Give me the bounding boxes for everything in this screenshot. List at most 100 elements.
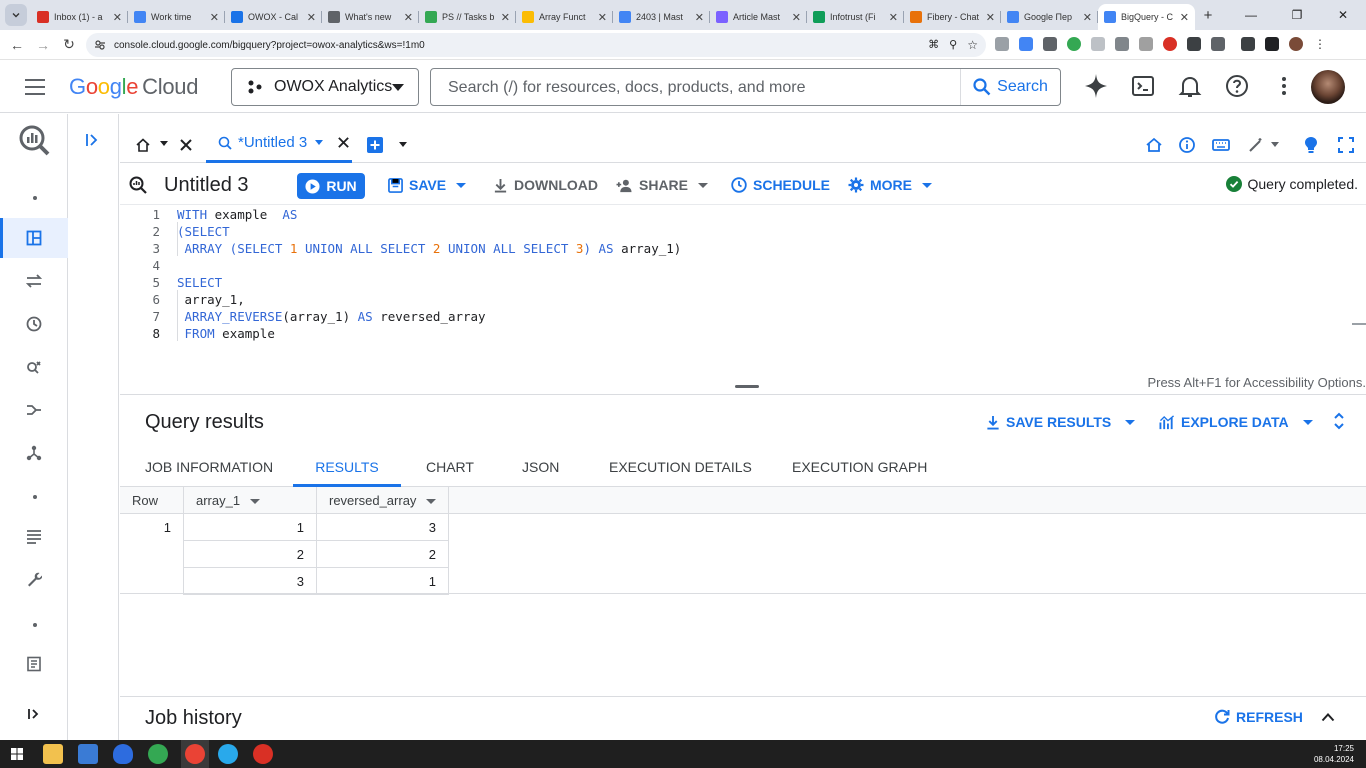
- reading-list-icon[interactable]: [1241, 37, 1255, 51]
- help-icon[interactable]: [1225, 73, 1249, 99]
- close-tab-icon[interactable]: ✕: [598, 11, 607, 24]
- close-tab-icon[interactable]: ✕: [501, 11, 510, 24]
- share-button[interactable]: SHARE: [615, 177, 709, 193]
- notifications-bell-icon[interactable]: [1178, 73, 1202, 99]
- new-query-caret-icon[interactable]: [399, 142, 407, 147]
- tab-search-button[interactable]: [5, 4, 27, 26]
- search-button[interactable]: Search: [960, 69, 1060, 105]
- zoom-icon[interactable]: ⚲: [949, 38, 957, 52]
- table-cell-row[interactable]: [120, 568, 184, 595]
- close-tab-icon[interactable]: ✕: [792, 11, 801, 24]
- security-shield-icon[interactable]: [113, 744, 133, 764]
- nav-monitoring[interactable]: [0, 516, 68, 556]
- results-tab-execution-details[interactable]: EXECUTION DETAILS: [609, 447, 752, 487]
- reload-icon[interactable]: ↻: [56, 32, 82, 58]
- profile-icon[interactable]: [1289, 37, 1303, 51]
- close-tab-icon[interactable]: ✕: [1083, 11, 1092, 24]
- table-cell-array-1[interactable]: 2: [184, 541, 317, 568]
- bookmark-star-icon[interactable]: ☆: [967, 38, 978, 52]
- download-button[interactable]: DOWNLOAD: [493, 177, 598, 193]
- chrome-profile-icon[interactable]: [148, 744, 168, 764]
- explore-data-button[interactable]: EXPLORE DATA: [1159, 414, 1313, 430]
- extension-icon[interactable]: [1115, 37, 1129, 51]
- code-line[interactable]: SELECT: [177, 274, 222, 291]
- wand-caret-icon[interactable]: [1271, 142, 1279, 147]
- nav-scheduled-queries[interactable]: [0, 304, 68, 344]
- cloud-shell-icon[interactable]: [1131, 73, 1155, 99]
- table-cell-array-1[interactable]: 3: [184, 568, 317, 595]
- run-button[interactable]: RUN: [297, 173, 365, 199]
- chevron-up-icon[interactable]: [1321, 712, 1335, 722]
- browser-tab[interactable]: 2403 | Mast ✕: [613, 4, 710, 30]
- side-panel-icon[interactable]: [1265, 37, 1279, 51]
- system-clock[interactable]: 17:25 08.04.2024: [1314, 743, 1354, 765]
- address-bar[interactable]: console.cloud.google.com/bigquery?projec…: [86, 33, 986, 57]
- browser-tab[interactable]: Work time ✕: [128, 4, 225, 30]
- browser-tab[interactable]: Google Пер ✕: [1001, 4, 1098, 30]
- store-icon[interactable]: [78, 744, 98, 764]
- extension-icon[interactable]: [1043, 37, 1057, 51]
- browser-tab[interactable]: Array Funct ✕: [516, 4, 613, 30]
- file-explorer-icon[interactable]: [43, 744, 63, 764]
- results-tab-execution-graph[interactable]: EXECUTION GRAPH: [792, 447, 927, 487]
- nav-dataform[interactable]: [0, 390, 68, 430]
- browser-tab[interactable]: PS // Tasks b ✕: [419, 4, 516, 30]
- keyboard-icon[interactable]: [1212, 137, 1230, 153]
- extension-icon[interactable]: [1067, 37, 1081, 51]
- column-header-array-1[interactable]: array_1: [184, 487, 317, 514]
- gemini-sparkle-icon[interactable]: [1084, 73, 1108, 99]
- new-query-icon[interactable]: [367, 137, 383, 153]
- results-tab-chart[interactable]: CHART: [426, 447, 474, 487]
- adblock-icon[interactable]: [1163, 37, 1177, 51]
- close-tab-icon[interactable]: ✕: [307, 11, 316, 24]
- sort-caret-icon[interactable]: [426, 499, 437, 505]
- extension-icon[interactable]: [1091, 37, 1105, 51]
- nav-release-notes[interactable]: [0, 644, 68, 684]
- more-button[interactable]: MORE: [848, 177, 932, 193]
- fullscreen-icon[interactable]: [1338, 137, 1354, 153]
- table-cell-reversed-array[interactable]: 3: [317, 514, 449, 541]
- restore-icon[interactable]: ❐: [1274, 0, 1320, 30]
- search-input[interactable]: Search (/) for resources, docs, products…: [448, 79, 805, 97]
- site-settings-icon[interactable]: [94, 39, 106, 51]
- tab-untitled-3[interactable]: *Untitled 3: [206, 125, 352, 163]
- close-tab-icon[interactable]: ✕: [695, 11, 704, 24]
- browser-tab[interactable]: Article Mast ✕: [710, 4, 807, 30]
- sql-editor[interactable]: 12345678 WITH example AS (SELECT ARRAY (S…: [120, 205, 1366, 390]
- close-tab-icon[interactable]: ✕: [210, 11, 219, 24]
- table-cell-row[interactable]: 1: [120, 514, 184, 541]
- results-tab-job-information[interactable]: JOB INFORMATION: [145, 447, 273, 487]
- refresh-button[interactable]: REFRESH: [1214, 709, 1303, 725]
- code-line[interactable]: (SELECT: [177, 223, 230, 240]
- home-icon[interactable]: [136, 138, 150, 152]
- extension-icon[interactable]: [1019, 37, 1033, 51]
- account-avatar[interactable]: [1311, 70, 1345, 104]
- nav-expand-button[interactable]: [0, 694, 68, 734]
- extension-icon[interactable]: [995, 37, 1009, 51]
- nav-data-transfers[interactable]: [0, 261, 68, 301]
- nav-studio[interactable]: [0, 218, 68, 258]
- close-tab-icon[interactable]: ✕: [1180, 11, 1189, 24]
- kebab-menu-icon[interactable]: ⋮: [1313, 37, 1327, 51]
- expand-explorer-icon[interactable]: [85, 132, 101, 148]
- close-tab-icon[interactable]: ✕: [113, 11, 122, 24]
- close-tab-icon[interactable]: [179, 138, 193, 152]
- info-icon[interactable]: [1179, 137, 1195, 153]
- pane-resize-handle[interactable]: [735, 385, 759, 388]
- expand-collapse-icon[interactable]: [1333, 412, 1345, 430]
- home-tab-caret-icon[interactable]: [160, 141, 168, 146]
- code-line[interactable]: WITH example AS: [177, 206, 297, 223]
- new-tab-button[interactable]: +: [1195, 7, 1221, 24]
- close-window-icon[interactable]: ✕: [1320, 0, 1366, 30]
- code-line[interactable]: FROM example: [177, 325, 275, 342]
- browser-tab[interactable]: What's new ✕: [322, 4, 419, 30]
- nav-analytics-hub[interactable]: [0, 347, 68, 387]
- tab-caret-icon[interactable]: [315, 140, 324, 145]
- browser-tab[interactable]: Infotrust (Fi ✕: [807, 4, 904, 30]
- nav-partner-center[interactable]: [0, 433, 68, 473]
- close-tab-icon[interactable]: ✕: [889, 11, 898, 24]
- extension-icon[interactable]: [1139, 37, 1153, 51]
- results-tab-json[interactable]: JSON: [522, 447, 559, 487]
- close-tab-icon[interactable]: ✕: [404, 11, 413, 24]
- close-tab-icon[interactable]: [337, 136, 350, 149]
